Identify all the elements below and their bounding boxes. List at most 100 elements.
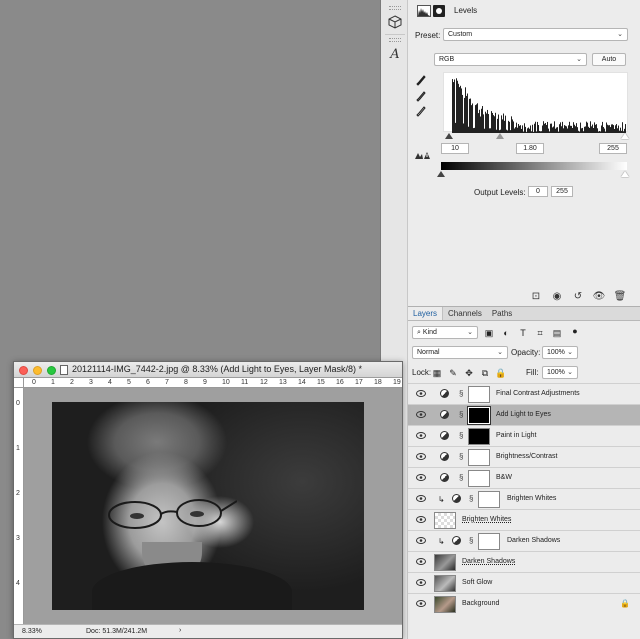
layer-row[interactable]: Soft Glow [408, 572, 640, 593]
histogram-bar [574, 124, 575, 133]
layer-mask-thumbnail[interactable] [468, 386, 490, 403]
histogram-bar [550, 123, 551, 133]
input-gamma-field[interactable]: 1.80 [516, 143, 544, 154]
layer-thumbnail[interactable] [434, 575, 456, 592]
lock-icon[interactable]: 🔒 [620, 599, 630, 608]
layer-row[interactable]: § B&W [408, 467, 640, 488]
view-previous-icon[interactable]: ◉ [549, 290, 565, 302]
output-black-field[interactable]: 0 [528, 186, 548, 197]
layer-row[interactable]: § Brightness/Contrast [408, 446, 640, 467]
preset-select[interactable]: Custom ⌄ [443, 28, 628, 41]
eye-icon[interactable] [416, 390, 426, 397]
eye-icon[interactable] [416, 411, 426, 418]
kind-filter-select[interactable]: ⌕ Kind ⌄ [412, 326, 478, 339]
input-white-field[interactable]: 255 [599, 143, 627, 154]
filter-smart-object-icon[interactable]: ▤ [552, 328, 562, 338]
lock-pixels-icon[interactable]: ✎ [448, 368, 458, 378]
layer-row[interactable]: Brighten Whites [408, 509, 640, 530]
horizontal-ruler[interactable]: 0 1 2 3 4 5 6 7 8 9 10 11 12 13 14 15 16 17 18 19 [24, 378, 402, 388]
layer-mask-thumbnail[interactable] [468, 428, 490, 445]
output-white-field[interactable]: 255 [551, 186, 573, 197]
eye-icon[interactable] [416, 474, 426, 481]
layer-mask-thumbnail[interactable] [468, 470, 490, 487]
character-icon[interactable]: A [387, 46, 403, 62]
fill-field[interactable]: 100% ⌄ [542, 366, 578, 379]
eye-icon[interactable] [416, 537, 426, 544]
zoom-level[interactable]: 8.33% [22, 628, 42, 635]
document-titlebar[interactable]: 20121114-IMG_7442-2.jpg @ 8.33% (Add Lig… [14, 362, 402, 378]
layer-mask-thumbnail[interactable] [478, 491, 500, 508]
zoom-button[interactable] [47, 366, 56, 375]
channel-select[interactable]: RGB ⌄ [434, 53, 587, 66]
layer-row[interactable]: ↳ § Darken Shadows [408, 530, 640, 551]
black-point-handle[interactable] [445, 133, 453, 139]
eyedropper-white-icon[interactable] [416, 106, 426, 118]
panel-grip[interactable] [389, 6, 401, 10]
layer-row[interactable]: § Paint in Light [408, 425, 640, 446]
layers-tabs: Layers Channels Paths [408, 307, 640, 321]
cube-3d-icon[interactable] [387, 14, 403, 30]
blend-mode-select[interactable]: Normal ⌄ [412, 346, 508, 359]
layer-name: Final Contrast Adjustments [496, 390, 580, 397]
panel-grip[interactable] [389, 38, 401, 42]
filter-pixel-icon[interactable]: ▣ [484, 328, 494, 338]
eye-icon[interactable] [416, 600, 426, 607]
output-white-handle[interactable] [621, 171, 629, 177]
layer-row-selected[interactable]: § Add Light to Eyes [408, 404, 640, 425]
auto-button[interactable]: Auto [592, 53, 626, 66]
layer-row[interactable]: Darken Shadows [408, 551, 640, 572]
layer-row[interactable]: § Final Contrast Adjustments [408, 383, 640, 404]
reset-icon[interactable]: ↺ [570, 290, 586, 302]
vertical-ruler[interactable]: 0 1 2 3 4 [14, 388, 24, 624]
eye-icon[interactable] [416, 516, 426, 523]
clipping-warning-icon[interactable] [414, 150, 430, 160]
fill-label: Fill: [526, 368, 539, 377]
eye-icon[interactable] [416, 579, 426, 586]
eyedropper-gray-icon[interactable] [416, 91, 426, 103]
filter-toggle-icon[interactable]: ● [570, 326, 580, 336]
input-black-field[interactable]: 10 [441, 143, 469, 154]
lock-all-icon[interactable]: 🔒 [495, 368, 506, 378]
output-levels-gradient[interactable] [441, 162, 627, 170]
chevron-right-icon[interactable]: › [179, 627, 181, 634]
layer-row[interactable]: ↳ § Brighten Whites [408, 488, 640, 509]
layer-name: Background [462, 600, 500, 607]
tab-layers[interactable]: Layers [408, 307, 444, 320]
trash-icon[interactable]: 🗑 [612, 290, 628, 302]
filter-type-icon[interactable]: T [518, 328, 528, 338]
eye-icon[interactable] [416, 432, 426, 439]
layer-thumbnail[interactable] [434, 596, 456, 613]
eye-icon[interactable] [416, 558, 426, 565]
white-point-handle[interactable] [621, 133, 629, 139]
lock-position-icon[interactable]: ✥ [464, 368, 474, 378]
gamma-handle[interactable] [496, 133, 504, 139]
document-canvas[interactable] [24, 388, 402, 624]
histogram-bar [460, 85, 461, 133]
output-black-handle[interactable] [437, 171, 445, 177]
layer-row[interactable]: Background 🔒 [408, 593, 640, 614]
input-levels-slider[interactable] [441, 133, 629, 139]
opacity-field[interactable]: 100% ⌄ [542, 346, 578, 359]
filter-shape-icon[interactable]: ⌗ [535, 328, 545, 338]
histogram-bar [570, 125, 571, 133]
lock-transparent-icon[interactable]: ▦ [432, 368, 442, 378]
tab-paths[interactable]: Paths [487, 307, 517, 320]
eye-icon[interactable]: 👁 [591, 290, 607, 302]
close-button[interactable] [19, 366, 28, 375]
clip-icon[interactable]: ⊡ [528, 290, 544, 302]
layer-thumbnail[interactable] [434, 554, 456, 571]
eyedropper-black-icon[interactable] [416, 75, 426, 87]
lock-artboard-icon[interactable]: ⧉ [480, 368, 490, 378]
histogram-bar [453, 82, 454, 133]
ruler-origin[interactable] [14, 378, 24, 388]
layer-mask-thumbnail[interactable] [467, 406, 491, 425]
tab-channels[interactable]: Channels [443, 307, 487, 320]
eye-icon[interactable] [416, 495, 426, 502]
layer-mask-thumbnail[interactable] [468, 449, 490, 466]
filter-adjustment-icon[interactable]: ◐ [501, 328, 511, 338]
minimize-button[interactable] [33, 366, 42, 375]
adjustment-layer-icon [440, 410, 449, 419]
layer-thumbnail[interactable] [434, 512, 456, 529]
layer-mask-thumbnail[interactable] [478, 533, 500, 550]
eye-icon[interactable] [416, 453, 426, 460]
